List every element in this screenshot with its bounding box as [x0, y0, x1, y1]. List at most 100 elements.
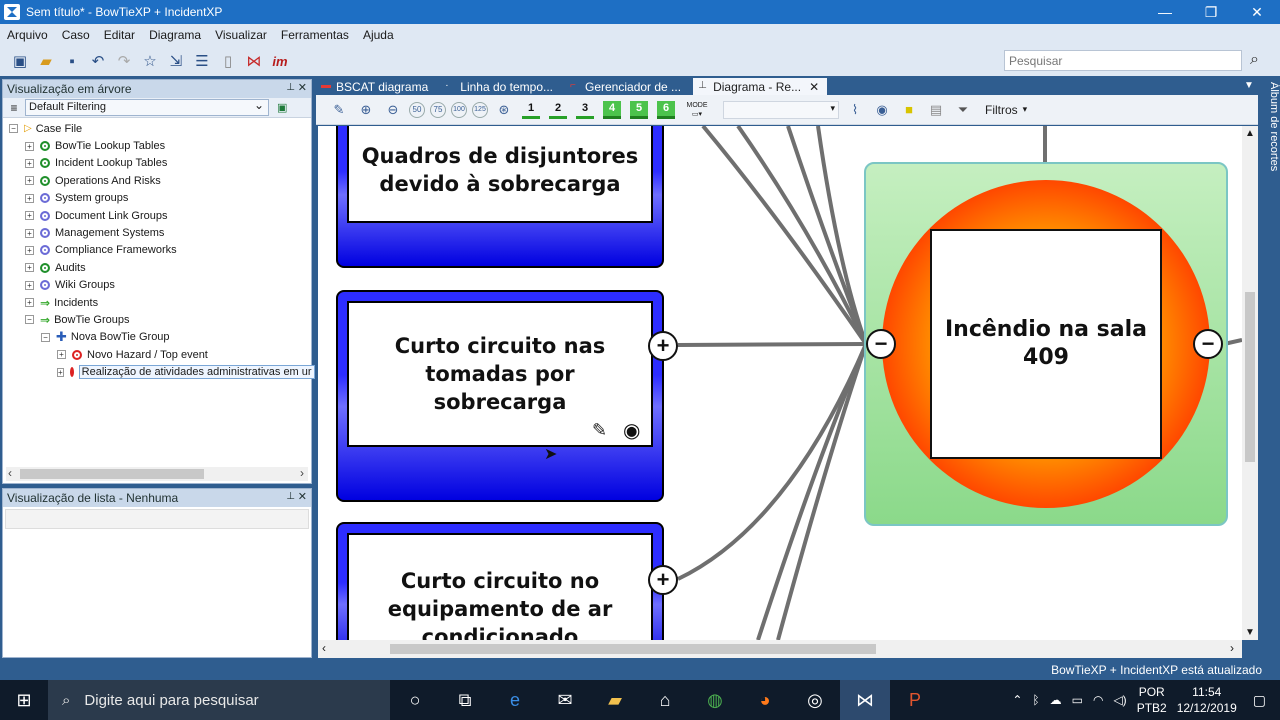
- powerpoint-icon[interactable]: P: [890, 680, 940, 720]
- expand-toggle[interactable]: +: [25, 193, 34, 203]
- excel-icon[interactable]: ▣: [277, 101, 287, 114]
- threat-block-2[interactable]: Curto circuito nas tomadas por sobrecarg…: [336, 290, 664, 502]
- close-button[interactable]: ✕: [1234, 0, 1280, 24]
- menu-ferramentas[interactable]: Ferramentas: [274, 28, 356, 42]
- zoom-75-icon[interactable]: 75: [430, 101, 446, 118]
- tree-item[interactable]: − ⇒ BowTie Groups: [3, 311, 311, 328]
- new-case-icon[interactable]: ▣: [10, 51, 30, 71]
- clock[interactable]: 11:54 12/12/2019: [1177, 684, 1237, 716]
- hamburger-icon[interactable]: ≡: [3, 101, 25, 115]
- menu-caso[interactable]: Caso: [55, 28, 97, 42]
- volume-icon[interactable]: ◁): [1113, 693, 1126, 707]
- tree-item[interactable]: + System groups: [3, 190, 311, 207]
- zoom-in-icon[interactable]: ⊕: [355, 99, 377, 121]
- tree-item[interactable]: + BowTie Lookup Tables: [3, 137, 311, 154]
- favorite-star-icon[interactable]: ☆: [140, 51, 160, 71]
- onedrive-icon[interactable]: ☁: [1050, 693, 1062, 707]
- clipboard-album-tab[interactable]: Álbum de recortes: [1260, 78, 1280, 178]
- expand-toggle[interactable]: −: [9, 124, 18, 134]
- pin-icon[interactable]: ⊥: [286, 82, 295, 93]
- pin-icon[interactable]: ⊥: [286, 491, 295, 502]
- expand-threat-3-button[interactable]: +: [648, 565, 678, 595]
- menu-arquivo[interactable]: Arquivo: [0, 28, 55, 42]
- threat-block-3[interactable]: Curto circuito no equipamento de ar cond…: [336, 522, 664, 640]
- expand-toggle[interactable]: −: [41, 332, 50, 342]
- firefox-icon[interactable]: ◕: [740, 680, 790, 720]
- fit-icon[interactable]: ⊛: [493, 99, 515, 121]
- zoom-125-icon[interactable]: 125: [472, 101, 488, 118]
- menu-visualizar[interactable]: Visualizar: [208, 28, 274, 42]
- canvas-vertical-scrollbar[interactable]: ▲ ▼: [1242, 126, 1258, 640]
- tree-item[interactable]: + Wiki Groups: [3, 277, 311, 294]
- view-eye-icon[interactable]: ◉: [623, 418, 640, 443]
- bowtiexp-taskbar-icon[interactable]: ⋈: [840, 680, 890, 720]
- menu-editar[interactable]: Editar: [97, 28, 142, 42]
- tree-item[interactable]: − ✚ Nova BowTie Group: [3, 329, 311, 346]
- expand-toggle[interactable]: +: [25, 158, 34, 168]
- close-panel-icon[interactable]: ✕: [298, 81, 307, 94]
- minimize-button[interactable]: —: [1142, 0, 1188, 24]
- sticky-note-icon[interactable]: ■: [898, 99, 920, 121]
- expand-toggle[interactable]: +: [57, 367, 64, 377]
- tree-item[interactable]: + Realização de atividades administrativa…: [3, 363, 315, 380]
- save-icon[interactable]: ▪: [62, 51, 82, 71]
- windows-start-icon[interactable]: ⊞: [0, 680, 48, 720]
- undo-icon[interactable]: ↶: [88, 51, 108, 71]
- maximize-button[interactable]: ❐: [1188, 0, 1234, 24]
- scroll-right-icon[interactable]: ›: [300, 466, 304, 480]
- level-4-button[interactable]: 4: [603, 100, 621, 119]
- scroll-thumb[interactable]: [20, 469, 204, 479]
- level-5-button[interactable]: 5: [630, 100, 648, 119]
- eye-icon[interactable]: ◉: [871, 99, 893, 121]
- battery-icon[interactable]: ▭: [1072, 693, 1083, 707]
- notifications-icon[interactable]: ▢: [1253, 692, 1266, 709]
- threat-block-1[interactable]: Quadros de disjuntores devido à sobrecar…: [336, 126, 664, 268]
- store-icon[interactable]: ⌂: [640, 680, 690, 720]
- expand-toggle[interactable]: +: [25, 263, 34, 273]
- level-2-button[interactable]: 2: [549, 101, 567, 119]
- im-logo-icon[interactable]: im: [270, 51, 290, 71]
- obs-icon[interactable]: ◎: [790, 680, 840, 720]
- scroll-up-icon[interactable]: ▲: [1245, 128, 1255, 139]
- edge-icon[interactable]: e: [490, 680, 540, 720]
- expand-toggle[interactable]: +: [25, 280, 34, 290]
- bluetooth-icon[interactable]: ᛒ: [1032, 693, 1039, 707]
- filters-dropdown-icon[interactable]: ▾: [1023, 104, 1028, 115]
- scroll-right-icon[interactable]: ›: [1230, 641, 1234, 655]
- level-3-button[interactable]: 3: [576, 101, 594, 119]
- chart-edit-icon[interactable]: ⌇: [844, 99, 866, 121]
- tree-item[interactable]: + Operations And Risks: [3, 172, 311, 189]
- tree-horizontal-scrollbar[interactable]: ‹ ›: [6, 466, 308, 481]
- tab-dropdown-icon[interactable]: ▼: [1244, 80, 1254, 91]
- cortana-icon[interactable]: ○: [390, 680, 440, 720]
- zoom-out-icon[interactable]: ⊖: [382, 99, 404, 121]
- level-6-button[interactable]: 6: [657, 100, 675, 119]
- task-view-icon[interactable]: ⧉: [440, 680, 490, 720]
- diagram-canvas[interactable]: Quadros de disjuntores devido à sobrecar…: [318, 126, 1242, 640]
- expand-toggle[interactable]: +: [25, 141, 34, 151]
- expand-toggle[interactable]: +: [25, 211, 34, 221]
- bowtie-icon[interactable]: ⋈: [244, 51, 264, 71]
- scroll-left-icon[interactable]: ‹: [322, 641, 326, 655]
- vertical-scroll-thumb[interactable]: [1245, 292, 1255, 462]
- zoom-100-icon[interactable]: 100: [451, 101, 467, 118]
- document-icon[interactable]: ▯: [218, 51, 238, 71]
- tab-bscat[interactable]: ▬ BSCAT diagrama: [316, 78, 436, 95]
- horizontal-scroll-thumb[interactable]: [390, 644, 876, 654]
- zoom-50-icon[interactable]: 50: [409, 101, 425, 118]
- tree-item[interactable]: + Compliance Frameworks: [3, 242, 311, 259]
- tree-item[interactable]: − ▷ Case File: [3, 120, 311, 137]
- list-icon[interactable]: ☰: [192, 51, 212, 71]
- file-explorer-icon[interactable]: ▰: [590, 680, 640, 720]
- filters-button[interactable]: Filtros: [985, 103, 1018, 117]
- tree-item[interactable]: + Incident Lookup Tables: [3, 155, 311, 172]
- menu-ajuda[interactable]: Ajuda: [356, 28, 401, 42]
- expand-toggle[interactable]: +: [25, 176, 34, 186]
- scroll-down-icon[interactable]: ▼: [1245, 627, 1255, 638]
- language-indicator[interactable]: POR PTB2: [1137, 684, 1167, 716]
- taskbar-search[interactable]: ⌕ Digite aqui para pesquisar: [48, 680, 390, 720]
- tree-item[interactable]: + Document Link Groups: [3, 207, 311, 224]
- tree-item[interactable]: + Novo Hazard / Top event: [3, 346, 311, 363]
- close-panel-icon[interactable]: ✕: [298, 490, 307, 503]
- top-event-label[interactable]: Incêndio na sala 409: [930, 229, 1162, 459]
